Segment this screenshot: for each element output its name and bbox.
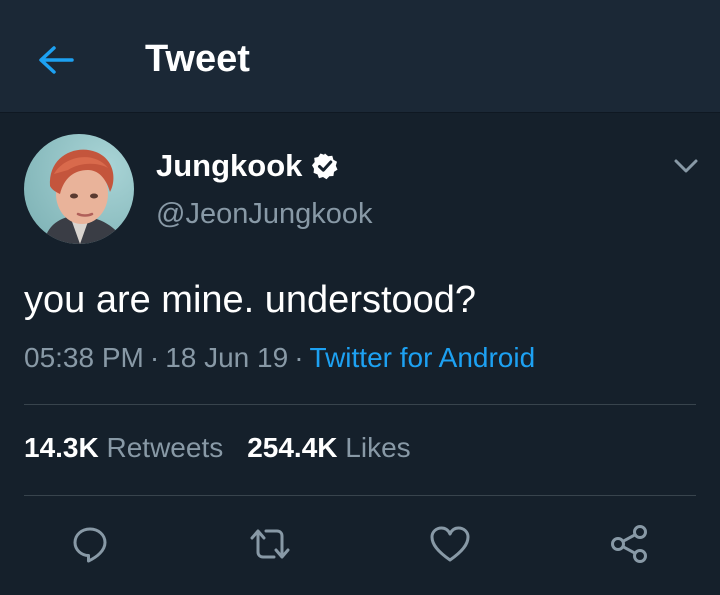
likes-count: 254.4K (247, 432, 338, 463)
share-button[interactable] (608, 522, 652, 566)
meta-separator: · (294, 342, 304, 373)
back-button[interactable] (30, 34, 82, 86)
likes-label: Likes (345, 432, 411, 463)
heart-icon (430, 526, 470, 562)
share-icon (611, 525, 647, 563)
tweet-meta: 05:38 PM · 18 Jun 19 · Twitter for Android (24, 340, 535, 376)
divider (24, 495, 696, 496)
divider (24, 404, 696, 405)
author-name-row[interactable]: Jungkook (156, 144, 339, 188)
reply-icon (73, 527, 107, 563)
page-title: Tweet (145, 38, 250, 80)
top-bar: Tweet (0, 0, 720, 113)
tweet-date: 18 Jun 19 (165, 342, 289, 373)
retweet-button[interactable] (248, 522, 292, 566)
meta-separator: · (149, 342, 160, 373)
likes-stat[interactable]: 254.4K Likes (247, 432, 410, 463)
avatar-image (24, 134, 134, 244)
verified-badge-icon (311, 152, 339, 180)
tweet-text: you are mine. understood? (24, 279, 477, 321)
reply-button[interactable] (68, 522, 112, 566)
retweets-label: Retweets (106, 432, 224, 463)
tweet-source-link[interactable]: Twitter for Android (310, 342, 536, 373)
like-button[interactable] (428, 522, 472, 566)
tweet-time: 05:38 PM (24, 342, 144, 373)
tweet-options-button[interactable] (668, 150, 704, 182)
user-handle[interactable]: @JeonJungkook (156, 196, 372, 232)
retweets-stat[interactable]: 14.3K Retweets (24, 432, 223, 463)
retweets-count: 14.3K (24, 432, 99, 463)
retweet-icon (250, 529, 290, 559)
tweet-stats: 14.3K Retweets 254.4K Likes (24, 430, 411, 466)
arrow-left-icon (39, 46, 74, 74)
chevron-down-icon (674, 159, 698, 173)
display-name: Jungkook (156, 148, 303, 183)
avatar[interactable] (24, 134, 134, 244)
